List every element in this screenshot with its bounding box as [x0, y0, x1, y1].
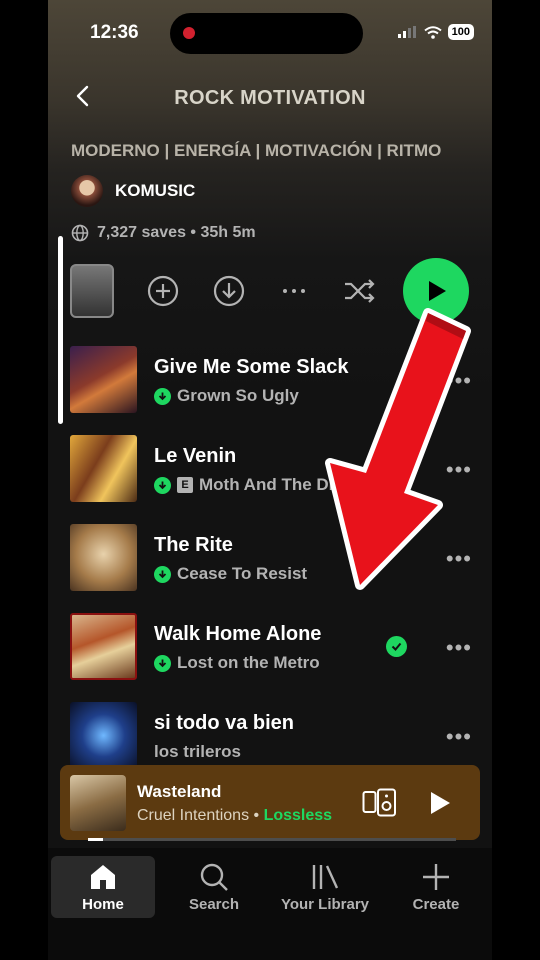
tab-search[interactable]: Search — [162, 856, 266, 918]
status-time: 12:36 — [90, 22, 139, 43]
dynamic-island — [170, 13, 363, 54]
now-playing-title: Wasteland — [137, 782, 222, 801]
now-playing-artist: Cruel Intentions — [137, 807, 250, 824]
playback-progress-bar[interactable] — [88, 838, 456, 841]
tab-home[interactable]: Home — [51, 856, 155, 918]
track-title: si todo va bien — [154, 712, 295, 734]
track-artist-line: Lost on the Metro — [154, 653, 320, 673]
play-icon — [429, 281, 446, 301]
download-icon[interactable] — [212, 274, 246, 308]
album-cover — [70, 702, 137, 769]
recording-indicator-icon — [183, 27, 195, 39]
globe-icon — [71, 224, 89, 242]
lossless-badge: Lossless — [263, 807, 333, 824]
home-icon — [91, 865, 115, 889]
tab-your-library[interactable]: Your Library — [273, 856, 377, 918]
album-cover — [70, 346, 137, 413]
search-icon — [200, 863, 228, 891]
explicit-badge: E — [177, 477, 193, 493]
track-artist-line: los trileros — [154, 742, 241, 762]
downloaded-icon — [154, 387, 171, 405]
downloaded-icon — [154, 654, 171, 672]
tab-create[interactable]: Create — [384, 856, 488, 918]
track-more-button[interactable]: ••• — [446, 635, 472, 661]
downloaded-icon — [154, 476, 171, 494]
add-to-library-icon[interactable] — [146, 274, 180, 308]
track-more-button[interactable]: ••• — [446, 724, 472, 750]
tab-label: Create — [412, 896, 460, 913]
page-title: ROCK MOTIVATION — [174, 87, 366, 109]
tab-label: Home — [82, 896, 124, 913]
track-title: Le Venin — [154, 445, 237, 467]
track-artist: Lost on the Metro — [177, 653, 320, 672]
track-title: The Rite — [154, 534, 233, 556]
bottom-tab-bar: Home Search Your Library Create — [48, 848, 492, 960]
now-playing-subtitle: Cruel Intentions • Lossless — [137, 807, 332, 825]
phone-screen: 12:36 100 ROCK MOTIVATION MODERNO | ENER… — [48, 0, 492, 960]
tab-label: Search — [188, 896, 240, 913]
plus-icon — [423, 864, 449, 890]
status-bar: 12:36 100 — [48, 0, 492, 60]
playlist-owner[interactable]: KOMUSIC — [71, 175, 195, 207]
saves-and-duration: 7,327 saves • 35h 5m — [97, 224, 256, 241]
track-artist: los trileros — [154, 742, 241, 761]
connect-device-icon[interactable] — [362, 788, 398, 818]
track-row[interactable]: Walk Home Alone Lost on the Metro ••• — [48, 609, 492, 689]
album-cover — [70, 613, 137, 680]
saved-check-icon[interactable] — [386, 636, 407, 657]
track-title: Walk Home Alone — [154, 623, 322, 645]
playback-progress-fill — [88, 838, 103, 841]
album-cover — [70, 435, 137, 502]
now-playing-play-icon[interactable] — [428, 790, 452, 816]
cellular-signal-icon — [397, 26, 416, 38]
downloaded-icon — [154, 565, 171, 583]
owner-name[interactable]: KOMUSIC — [115, 181, 195, 201]
now-playing-separator: • — [249, 807, 264, 824]
album-cover — [70, 524, 137, 591]
library-icon — [312, 865, 339, 889]
playlist-cover-thumbnail[interactable] — [70, 264, 114, 318]
battery-indicator: 100 — [447, 24, 474, 40]
playlist-meta: 7,327 saves • 35h 5m — [71, 224, 256, 242]
now-playing-cover — [70, 775, 126, 831]
playlist-description: MODERNO | ENERGÍA | MOTIVACIÓN | RITMO — [71, 141, 442, 160]
wifi-icon — [424, 25, 442, 39]
red-arrow-annotation — [325, 308, 471, 590]
now-playing-bar[interactable]: Wasteland Cruel Intentions • Lossless — [60, 765, 480, 840]
owner-avatar[interactable] — [71, 175, 103, 207]
system-icons: 100 — [397, 24, 474, 40]
tab-label: Your Library — [280, 896, 370, 913]
